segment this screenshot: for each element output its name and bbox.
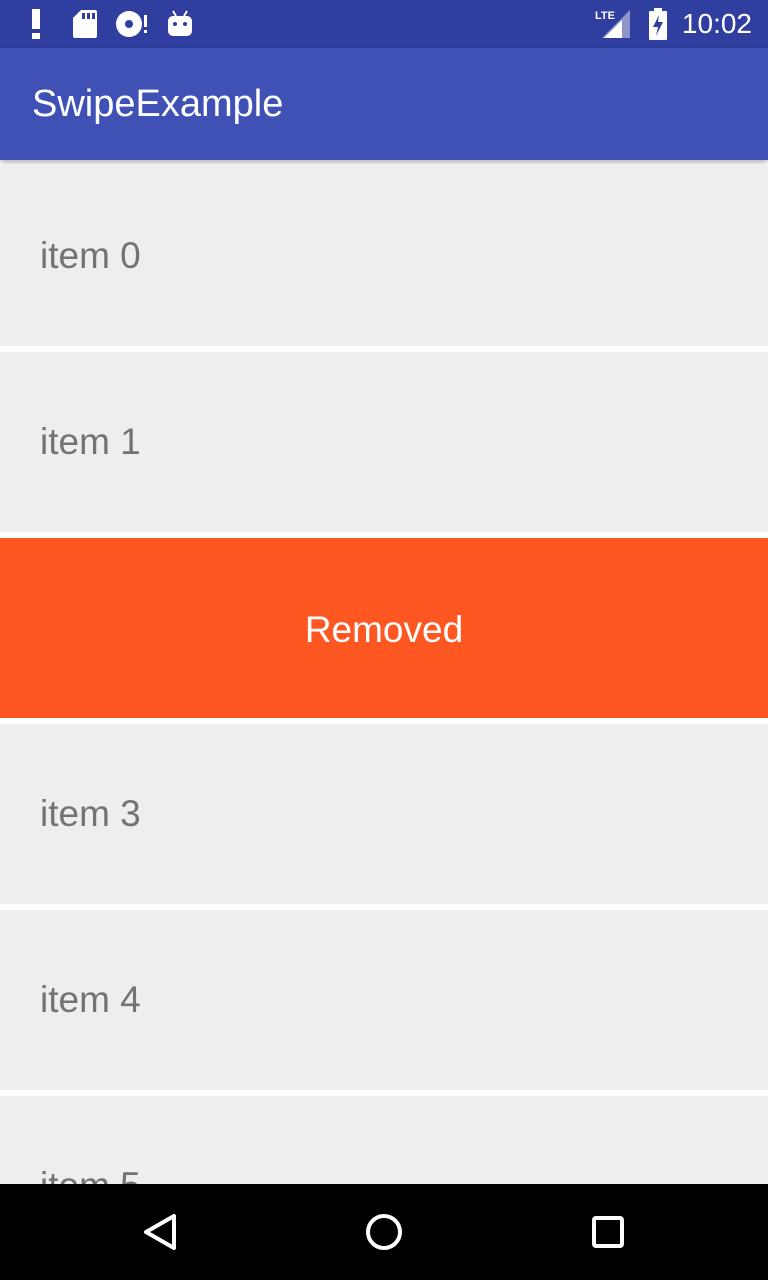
home-icon[interactable]	[360, 1208, 408, 1256]
screen: LTE 10:02 SwipeExample item 0 item 1 Rem…	[0, 0, 768, 1280]
status-bar: LTE 10:02	[0, 0, 768, 48]
app-title: SwipeExample	[32, 83, 284, 125]
status-bar-clock: 10:02	[681, 8, 752, 39]
list-item-label: item 5	[40, 1096, 141, 1184]
back-icon[interactable]	[136, 1208, 184, 1256]
recents-icon[interactable]	[584, 1208, 632, 1256]
list-item[interactable]: item 4	[0, 910, 768, 1090]
battery-charging-icon	[646, 8, 670, 40]
removed-label: Removed	[304, 609, 464, 650]
list-item[interactable]: item 5	[0, 1096, 768, 1184]
sd-card-icon	[70, 8, 100, 40]
list-item[interactable]: item 3	[0, 724, 768, 904]
list-item-label: item 3	[40, 793, 141, 834]
svg-text:LTE: LTE	[595, 10, 615, 22]
list-item[interactable]: item 1	[0, 352, 768, 532]
lte-signal-icon: LTE	[594, 8, 634, 40]
android-icon	[166, 8, 194, 40]
list-item-label: item 1	[40, 421, 141, 462]
alert-icon	[24, 8, 48, 40]
list-item[interactable]: item 0	[0, 166, 768, 346]
app-bar: SwipeExample	[0, 48, 768, 160]
list-item-label: item 0	[40, 235, 141, 276]
item-list[interactable]: item 0 item 1 Removed item 3 item 4 item…	[0, 160, 768, 1184]
disc-icon	[114, 8, 150, 40]
list-item-label: item 4	[40, 979, 141, 1020]
navigation-bar	[0, 1184, 768, 1280]
removed-item[interactable]: Removed	[0, 538, 768, 718]
